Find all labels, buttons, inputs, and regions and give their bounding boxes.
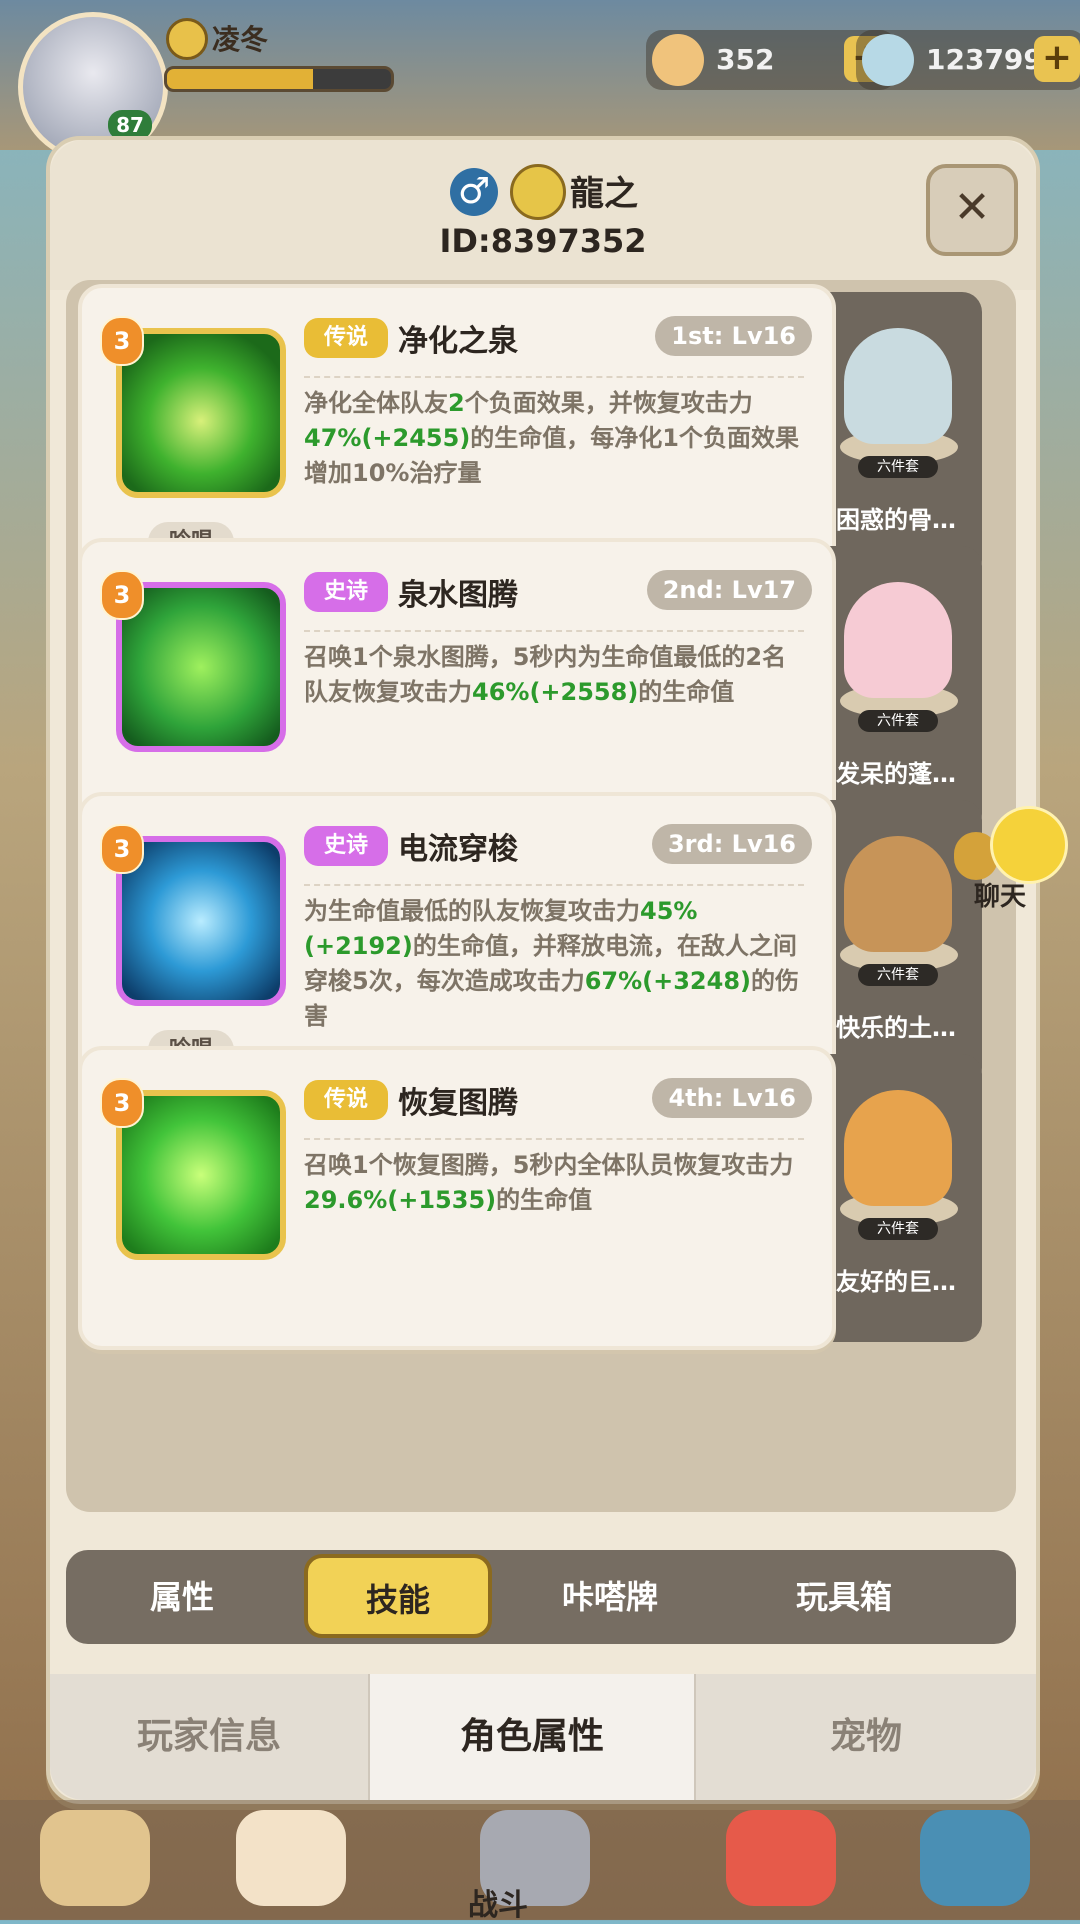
rune-character-icon [844, 328, 952, 444]
skill-card[interactable]: 3 传说 恢复图腾 4th: Lv16 召唤1个恢复图腾，5秒内全体队员恢复攻击… [78, 1046, 836, 1350]
nav-hero-icon[interactable] [40, 1810, 150, 1906]
separator [304, 630, 804, 632]
skill-rank: 2nd: Lv17 [646, 570, 812, 610]
rune-character-icon [844, 1090, 952, 1206]
gem-icon [862, 34, 914, 86]
tab-character-attributes[interactable]: 角色属性 [370, 1674, 694, 1800]
bottom-nav [0, 1800, 1080, 1920]
nav-battle-label: 战斗 [468, 1888, 528, 1923]
nav-guild-icon[interactable] [920, 1810, 1030, 1906]
player-profile-modal: ♂ 龍之 ID:8397352 ✕ 六件套 困惑的骨… 3 吟唱 传说 净化之泉… [46, 136, 1040, 1804]
close-button[interactable]: ✕ [926, 164, 1018, 256]
description-text: 的生命值 [638, 678, 735, 706]
description-text: 的生命值 [496, 1186, 593, 1214]
highlight-value: 2 [448, 389, 465, 417]
skill-level-badge: 3 [100, 316, 144, 366]
modal-header: ♂ 龍之 ID:8397352 ✕ [50, 140, 1036, 290]
nav-shop-icon[interactable] [726, 1810, 836, 1906]
add-gems-button[interactable]: + [1034, 36, 1080, 82]
skill-description: 净化全体队友2个负面效果，并恢复攻击力47%(+2455)的生命值，每净化1个负… [304, 386, 804, 491]
skill-rank: 1st: Lv16 [655, 316, 812, 356]
skill-name: 电流穿梭 [398, 832, 518, 867]
skill-name: 净化之泉 [398, 324, 518, 359]
energy-icon [652, 34, 704, 86]
skill-rank: 3rd: Lv16 [651, 824, 812, 864]
chat-face-icon [990, 806, 1068, 884]
skill-description: 为生命值最低的队友恢复攻击力45%(+2192)的生命值，并释放电流，在敌人之间… [304, 894, 804, 1034]
skill-row[interactable]: 六件套 友好的巨… 3 传说 恢复图腾 4th: Lv16 召唤1个恢复图腾，5… [70, 1046, 1016, 1350]
skill-description: 召唤1个泉水图腾，5秒内为生命值最低的2名队友恢复攻击力46%(+2558)的生… [304, 640, 804, 710]
skill-name: 泉水图腾 [398, 578, 518, 613]
title-badge-icon [510, 164, 566, 220]
tab-cards[interactable]: 咔嗒牌 [494, 1550, 726, 1644]
profile-name: 龍之 [570, 174, 638, 214]
skill-description: 召唤1个恢复图腾，5秒内全体队员恢复攻击力 29.6%(+1535)的生命值 [304, 1148, 804, 1218]
male-gender-icon: ♂ [450, 168, 498, 216]
highlight-value: 46%(+2558) [472, 678, 639, 706]
separator [304, 884, 804, 886]
sub-tab-bar: 属性 技能 咔嗒牌 玩具箱 [66, 1550, 1016, 1644]
skill-row[interactable]: 六件套 困惑的骨… 3 吟唱 传说 净化之泉 1st: Lv16 净化全体队友2… [70, 284, 1016, 588]
rarity-tag: 传说 [304, 1080, 388, 1120]
player-name: 凌冬 [212, 23, 269, 56]
highlight-value: 67%(+3248) [584, 967, 751, 995]
chat-button[interactable]: 聊天 [950, 806, 1068, 916]
rune-set-tag: 六件套 [858, 710, 938, 732]
rarity-tag: 史诗 [304, 826, 388, 866]
rarity-tag: 传说 [304, 318, 388, 358]
skill-level-badge: 3 [100, 570, 144, 620]
tab-skills[interactable]: 技能 [304, 1554, 492, 1638]
separator [304, 1138, 804, 1140]
tab-toybox[interactable]: 玩具箱 [728, 1550, 960, 1644]
skill-row[interactable]: 六件套 发呆的蓬… 3 史诗 泉水图腾 2nd: Lv17 召唤1个泉水图腾，5… [70, 538, 1016, 842]
tab-pets[interactable]: 宠物 [696, 1674, 1036, 1800]
skill-level-badge: 3 [100, 824, 144, 874]
tab-player-info[interactable]: 玩家信息 [50, 1674, 368, 1800]
currency-gems: 123799 + [856, 30, 1080, 90]
rune-character-icon [844, 582, 952, 698]
profile-id: ID:8397352 [439, 222, 647, 260]
rarity-tag: 史诗 [304, 572, 388, 612]
description-text: 为生命值最低的队友恢复攻击力 [304, 897, 640, 925]
nav-character-icon[interactable] [236, 1810, 346, 1906]
rune-set-tag: 六件套 [858, 1218, 938, 1240]
xp-bar [164, 66, 394, 92]
tab-attributes[interactable]: 属性 [66, 1550, 298, 1644]
separator [304, 376, 804, 378]
skill-rank: 4th: Lv16 [652, 1078, 812, 1118]
chat-label: 聊天 [973, 882, 1026, 912]
rune-set-tag: 六件套 [858, 456, 938, 478]
description-text: 召唤1个恢复图腾，5秒内全体队员恢复攻击力 [304, 1151, 794, 1179]
currency-gems-value: 123799 [926, 43, 1043, 76]
rune-character-icon [844, 836, 952, 952]
skill-level-badge: 3 [100, 1078, 144, 1128]
highlight-value: 29.6%(+1535) [304, 1186, 497, 1214]
skill-row[interactable]: 六件套 快乐的土… 3 吟唱 史诗 电流穿梭 3rd: Lv16 为生命值最低的… [70, 792, 1016, 1096]
player-title-icon [166, 18, 208, 60]
rune-set-tag: 六件套 [858, 964, 938, 986]
skill-name: 恢复图腾 [398, 1086, 518, 1121]
description-text: 个负面效果，并恢复攻击力 [464, 389, 753, 417]
currency-energy-value: 352 [716, 43, 775, 76]
description-text: 净化全体队友 [304, 389, 448, 417]
main-tab-bar: 玩家信息 角色属性 宠物 [50, 1674, 1036, 1800]
highlight-value: 47%(+2455) [304, 424, 471, 452]
xp-fill [167, 69, 313, 89]
